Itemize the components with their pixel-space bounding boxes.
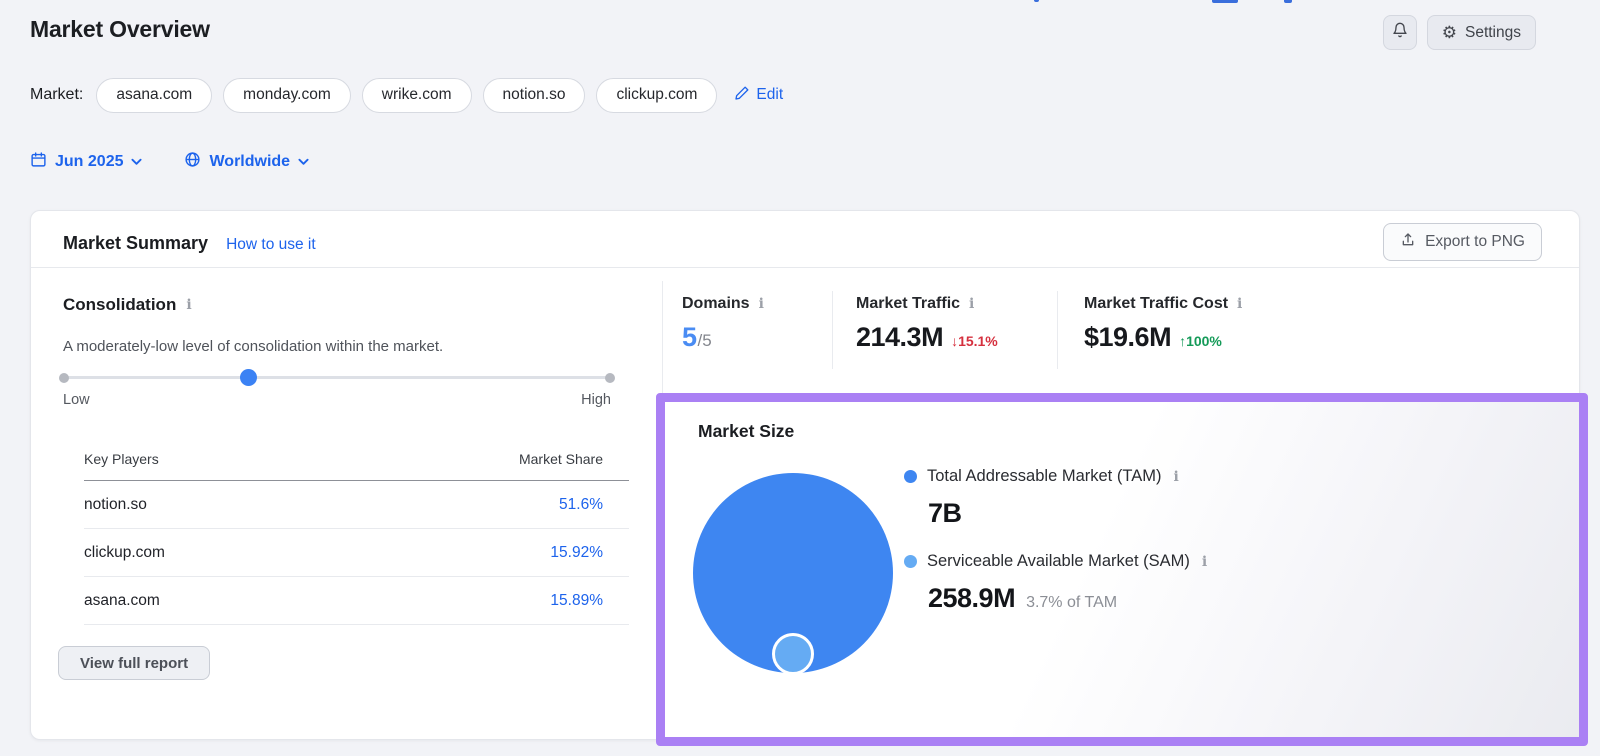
stat-traffic-label: Market Traffic [856,295,960,313]
top-actions: ⚙ Settings [1383,15,1536,50]
stat-traffic-delta: ↓15.1% [951,333,998,349]
table-row: asana.com 15.89% [84,577,629,625]
chevron-down-icon [131,153,142,171]
stat-divider [1057,291,1058,369]
info-icon[interactable]: i [1173,469,1178,485]
slider-low-label: Low [63,392,90,408]
market-chip-wrike[interactable]: wrike.com [362,78,472,113]
bell-icon [1392,21,1408,44]
market-overview-page: Market Overview ⚙ Settings Market: asana… [0,0,1600,756]
market-size-highlight-box: Market Size Total Addressable Market (TA… [656,393,1588,746]
info-icon[interactable]: i [969,296,974,312]
page-title: Market Overview [30,16,210,43]
slider-high-label: High [581,392,611,408]
key-player-domain: notion.so [84,496,147,514]
stat-domains-suffix: /5 [698,331,712,351]
tam-legend-row: Total Addressable Market (TAM) i [904,467,1179,486]
slider-thumb[interactable] [240,369,257,386]
slider-min-dot [59,373,69,383]
card-title: Market Summary [63,233,208,254]
key-player-domain: asana.com [84,592,160,610]
info-icon[interactable]: i [1237,296,1242,312]
settings-button[interactable]: ⚙ Settings [1427,15,1536,50]
sam-value: 258.9M [928,583,1015,614]
cropped-ui-artifact [1284,0,1292,3]
edit-market-link[interactable]: Edit [734,85,783,106]
key-players-header: Key Players Market Share [84,451,629,481]
info-icon[interactable]: i [186,297,191,313]
export-label: Export to PNG [1425,233,1525,251]
sam-legend-row: Serviceable Available Market (SAM) i [904,552,1207,571]
key-players-table: Key Players Market Share notion.so 51.6%… [84,451,629,625]
sam-dot-icon [904,555,917,568]
info-icon[interactable]: i [1202,554,1207,570]
col-key-players: Key Players [84,451,159,467]
stat-domains-label: Domains [682,295,750,313]
table-row: notion.so 51.6% [84,481,629,529]
settings-label: Settings [1465,24,1521,42]
stat-traffic-cost-value: $19.6M [1084,322,1171,353]
sam-bubble [772,633,814,675]
key-player-share[interactable]: 15.92% [550,544,603,562]
tam-value: 7B [928,498,962,529]
market-summary-card: Market Summary How to use it Export to P… [30,210,1580,740]
sam-pct-of-tam: 3.7% of TAM [1026,594,1117,612]
market-chip-clickup[interactable]: clickup.com [596,78,717,113]
export-icon [1400,232,1416,253]
market-chip-monday[interactable]: monday.com [223,78,351,113]
market-label: Market: [30,86,83,104]
consolidation-title: Consolidation [63,295,176,315]
key-player-share[interactable]: 51.6% [559,496,603,514]
globe-icon [184,151,201,173]
market-chip-notion[interactable]: notion.so [483,78,586,113]
stat-domains-value: 5 [682,322,697,353]
calendar-icon [30,151,47,173]
view-full-report-button[interactable]: View full report [58,646,210,680]
how-to-use-link[interactable]: How to use it [226,236,316,254]
stat-market-traffic: Market Traffic i 214.3M ↓15.1% [856,295,998,353]
stat-traffic-cost-delta: ↑100% [1179,333,1222,349]
cropped-ui-artifact [1034,0,1039,2]
consolidation-title-row: Consolidation i [63,295,192,315]
consolidation-slider [59,369,615,386]
edit-label: Edit [756,86,783,104]
tam-dot-icon [904,470,917,483]
notifications-button[interactable] [1383,15,1417,50]
chevron-down-icon [298,153,309,171]
key-player-share[interactable]: 15.89% [550,592,603,610]
card-header: Market Summary How to use it [63,233,316,254]
stat-domains: Domains i 5 /5 [682,295,764,353]
slider-labels: Low High [63,392,611,408]
consolidation-description: A moderately-low level of consolidation … [63,338,443,355]
market-selector: Market: asana.com monday.com wrike.com n… [30,77,783,113]
stat-traffic-value: 214.3M [856,322,943,353]
key-player-domain: clickup.com [84,544,165,562]
stat-divider [832,291,833,369]
col-market-share: Market Share [519,451,603,467]
card-header-divider [31,267,1579,268]
date-filter-dropdown[interactable]: Jun 2025 [30,151,142,173]
stat-traffic-cost-label: Market Traffic Cost [1084,295,1228,313]
export-to-png-button[interactable]: Export to PNG [1383,223,1542,261]
tam-label: Total Addressable Market (TAM) [927,467,1161,486]
table-row: clickup.com 15.92% [84,529,629,577]
region-filter-value: Worldwide [209,153,290,171]
info-icon[interactable]: i [759,296,764,312]
slider-max-dot [605,373,615,383]
region-filter-dropdown[interactable]: Worldwide [184,151,309,173]
gear-icon: ⚙ [1442,24,1457,41]
stat-market-traffic-cost: Market Traffic Cost i $19.6M ↑100% [1084,295,1242,353]
date-filter-value: Jun 2025 [55,153,123,171]
filters: Jun 2025 Worldwide [30,149,309,175]
cropped-ui-artifact [1212,0,1238,3]
slider-track [64,376,610,379]
market-size-title: Market Size [698,421,794,442]
column-divider [662,281,663,393]
pen-icon [734,85,750,106]
market-chip-asana[interactable]: asana.com [96,78,212,113]
sam-label: Serviceable Available Market (SAM) [927,552,1190,571]
